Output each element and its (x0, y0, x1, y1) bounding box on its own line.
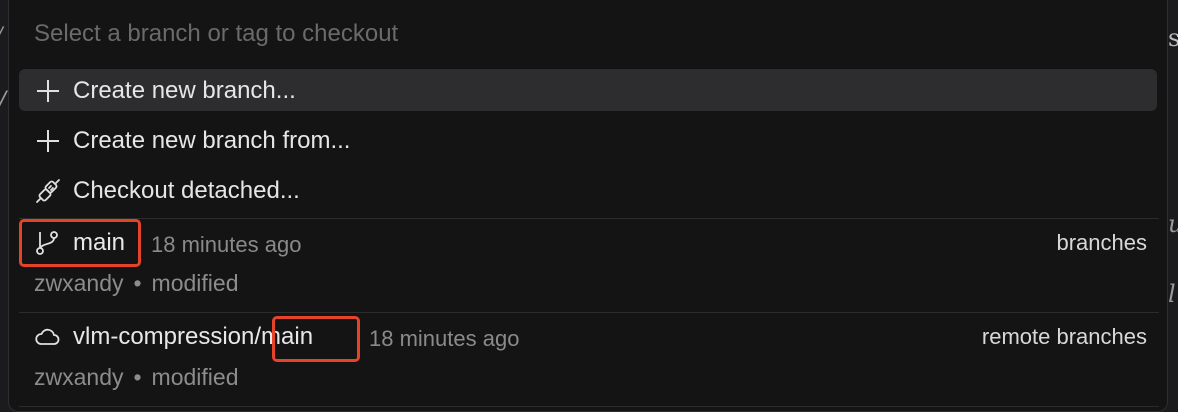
remote-branch-author: zwxandy (34, 364, 124, 390)
branch-status: modified (151, 270, 239, 296)
branch-kind: branches (1056, 230, 1147, 255)
checkout-detached-item[interactable]: Checkout detached... (19, 169, 1157, 211)
branch-search-input[interactable] (34, 18, 1134, 50)
branch-time: 18 minutes ago (151, 232, 302, 257)
create-new-branch-item[interactable]: Create new branch... (19, 69, 1157, 111)
cloud-icon (35, 328, 60, 345)
highlight-box-remote-main (272, 316, 360, 362)
highlight-box-main (19, 219, 141, 267)
branch-quick-pick: Create new branch... Create new branch f… (8, 0, 1168, 412)
remote-branch-status: modified (151, 364, 239, 390)
branch-meta: zwxandy • modified (34, 270, 238, 297)
remote-branch-kind: remote branches (981, 324, 1147, 349)
meta-separator: • (133, 270, 142, 296)
create-new-branch-from-item[interactable]: Create new branch from... (19, 119, 1157, 161)
background-glyph: ∕ (0, 86, 6, 114)
background-glyph: u (1168, 210, 1178, 238)
remote-branch-meta: zwxandy • modified (34, 364, 238, 391)
branch-item-main[interactable]: main 18 minutes ago branches zwxandy • mod… (19, 219, 1159, 309)
remote-branch-time: 18 minutes ago (369, 326, 520, 351)
create-new-branch-label: Create new branch... (73, 77, 296, 104)
checkout-detached-label: Checkout detached... (73, 177, 300, 204)
create-new-branch-from-label: Create new branch from... (73, 127, 351, 154)
background-glyph: s (1168, 24, 1178, 52)
plug-icon (36, 179, 60, 203)
remote-branch-item-main[interactable]: vlm-compression/main 18 minutes ago remo… (19, 313, 1159, 403)
branch-author: zwxandy (34, 270, 124, 296)
remote-name: vlm-compression (73, 323, 255, 350)
plus-icon (37, 80, 59, 102)
separator (19, 406, 1159, 407)
background-glyph: l (1168, 280, 1176, 308)
meta-separator: • (133, 364, 142, 390)
background-glyph: ∕ (0, 22, 3, 46)
plus-icon (37, 130, 59, 152)
